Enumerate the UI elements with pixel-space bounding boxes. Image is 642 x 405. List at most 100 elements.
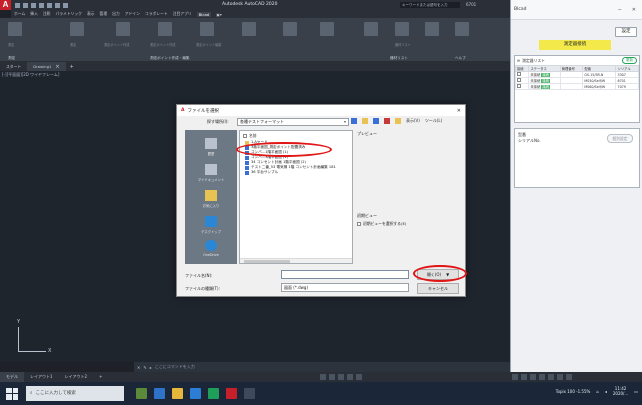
notifications-icon[interactable]: ▭ — [634, 389, 638, 394]
place-documents[interactable]: マイドキュメント — [185, 164, 237, 182]
grid-icon[interactable] — [320, 374, 326, 380]
connect-instrument-button[interactable]: 測定器接続 — [539, 40, 611, 50]
redo-icon[interactable] — [63, 2, 68, 8]
ribbon-tab[interactable]: 管理 — [100, 11, 108, 17]
open-icon[interactable] — [23, 2, 28, 8]
cancel-button[interactable]: キャンセル — [417, 283, 459, 294]
command-input[interactable]: ここにコマンドを入力 — [155, 364, 195, 370]
checkbox-icon[interactable] — [357, 222, 361, 226]
settings-button[interactable]: 設定 — [615, 27, 637, 37]
tab-layout2[interactable]: レイアウト2 — [59, 372, 94, 382]
new-tab-icon[interactable]: + — [70, 64, 74, 70]
clock[interactable]: 11:42 2020/... — [613, 386, 628, 396]
view-controls[interactable]: [-][平面図][2D ワイヤフレーム] — [2, 72, 59, 78]
search-web-icon[interactable] — [373, 118, 379, 124]
chevron-icon[interactable]: ▸ — [150, 365, 152, 370]
horizontal-scrollbar[interactable] — [240, 258, 352, 263]
scrollbar-thumb[interactable] — [244, 260, 290, 263]
clean-screen-icon[interactable] — [557, 374, 563, 380]
edge-icon[interactable] — [154, 388, 165, 399]
connect-checkbox[interactable] — [514, 83, 530, 90]
filetype-select[interactable]: 図面 (*.dwg) — [281, 283, 409, 292]
volume-icon[interactable]: ◂ — [605, 389, 607, 394]
table-row[interactable]: 未接続 接続 MS60/Self/W 7079 — [514, 83, 639, 90]
ribbon-tab[interactable]: アドイン — [125, 11, 140, 17]
point-create-icon[interactable] — [116, 22, 130, 36]
network-icon[interactable]: ⌂ — [596, 389, 599, 394]
ribbon-tab[interactable]: 表示 — [87, 11, 95, 17]
close-icon[interactable]: × — [55, 64, 59, 70]
saveas-icon[interactable] — [39, 2, 44, 8]
minimize-icon[interactable]: − — [618, 7, 622, 13]
snap-icon[interactable] — [329, 374, 335, 380]
place-favorites[interactable]: お気に入り — [185, 190, 237, 208]
user-id[interactable]: 6701 — [466, 2, 476, 7]
help-search-input[interactable]: キーワードまたは語句を入力 — [400, 2, 460, 8]
filename-input[interactable] — [281, 270, 409, 279]
initial-view-checkbox[interactable]: 初期ビューを選択する(E) — [357, 221, 406, 227]
autocad-taskbar-icon[interactable] — [226, 388, 237, 399]
ribbon-tab-bicad[interactable]: BIcad — [196, 11, 212, 17]
osnap-icon[interactable] — [356, 374, 362, 380]
print-icon[interactable] — [47, 2, 52, 8]
new-icon[interactable] — [15, 2, 20, 8]
tab-model[interactable]: モデル — [0, 372, 24, 382]
measure-tool-icon[interactable] — [70, 22, 84, 36]
equipment-icon[interactable] — [364, 22, 378, 36]
place-onedrive[interactable]: OneDrive — [185, 240, 237, 257]
hardware-icon[interactable] — [548, 374, 554, 380]
taskbar-search[interactable]: ⌕ ここに入力して検索 — [26, 386, 124, 401]
units-icon[interactable] — [530, 374, 536, 380]
customize-icon[interactable] — [566, 374, 572, 380]
close-icon[interactable]: ✕ — [457, 108, 465, 114]
place-desktop[interactable]: デスクトップ — [185, 216, 237, 234]
collapse-icon[interactable]: ⊖ — [517, 58, 520, 63]
list-item[interactable]: 36 平台サンプル — [240, 170, 352, 175]
save-icon[interactable] — [31, 2, 36, 8]
annotation-icon[interactable] — [512, 374, 518, 380]
back-icon[interactable] — [351, 118, 357, 124]
views-menu[interactable]: 表示(V) — [406, 118, 420, 124]
windows-start-icon[interactable] — [6, 387, 18, 400]
place-history[interactable]: 履歴 — [185, 138, 237, 156]
delete-icon[interactable] — [384, 118, 390, 124]
new-folder-icon[interactable] — [395, 118, 401, 124]
open-button[interactable]: 開く(O) ▼ — [417, 269, 459, 280]
isolate-icon[interactable] — [539, 374, 545, 380]
polar-icon[interactable] — [347, 374, 353, 380]
tab-layout1[interactable]: レイアウト1 — [24, 372, 59, 382]
up-folder-icon[interactable] — [362, 118, 368, 124]
ribbon-tab[interactable]: 注目アプリ — [173, 11, 192, 17]
point-edit-icon[interactable] — [242, 22, 256, 36]
point-tool-icon[interactable] — [320, 22, 334, 36]
chevron-down-icon[interactable]: ▼ — [446, 272, 449, 277]
point-edit-icon[interactable] — [200, 22, 214, 36]
file-list-header[interactable]: 名前 — [240, 131, 352, 140]
refresh-button[interactable]: 更新 — [622, 57, 637, 64]
weather-widget[interactable]: Topix 100 -1.55% — [556, 389, 591, 394]
measure-icon[interactable] — [8, 22, 22, 36]
point-tool-icon[interactable] — [283, 22, 297, 36]
ribbon-tab[interactable]: 注釈 — [43, 11, 51, 17]
app-icon[interactable] — [244, 388, 255, 399]
individual-settings-button[interactable]: 個別設定 — [607, 134, 633, 143]
chrome-icon[interactable] — [208, 388, 219, 399]
close-icon[interactable]: ✕ — [137, 365, 140, 370]
tab-start[interactable]: スタート — [0, 62, 27, 71]
ribbon-tab[interactable]: コラボレート — [145, 11, 168, 17]
help-icon[interactable] — [455, 22, 469, 36]
ribbon-tab[interactable]: パラメトリック — [55, 11, 81, 17]
equipment-icon[interactable] — [425, 22, 439, 36]
add-layout-button[interactable]: + — [93, 372, 108, 382]
ribbon-tab[interactable]: 挿入 — [30, 11, 38, 17]
store-icon[interactable] — [190, 388, 201, 399]
point-create-icon[interactable] — [158, 22, 172, 36]
explorer-icon[interactable] — [172, 388, 183, 399]
ribbon-tab[interactable]: ホーム — [14, 11, 25, 17]
connect-badge[interactable]: 接続 — [541, 79, 550, 83]
close-icon[interactable]: ✕ — [632, 7, 636, 13]
ribbon-tab[interactable]: 出力 — [112, 11, 120, 17]
workspace-icon[interactable] — [521, 374, 527, 380]
equipment-icon[interactable] — [395, 22, 409, 36]
connect-badge[interactable]: 接続 — [541, 85, 550, 89]
